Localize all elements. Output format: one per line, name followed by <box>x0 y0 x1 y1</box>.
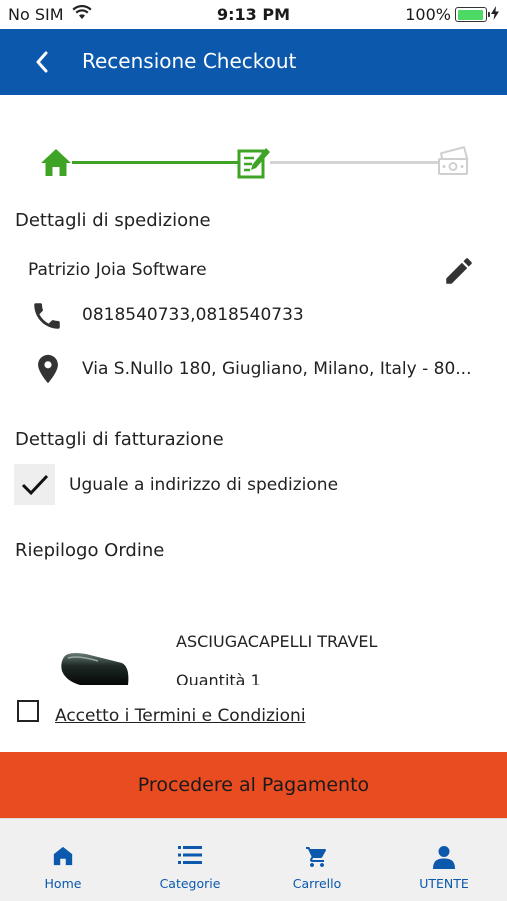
tab-categorie[interactable]: Categorie <box>127 819 253 901</box>
checkout-stepper <box>0 142 507 184</box>
product-image <box>58 645 132 685</box>
user-icon <box>433 846 455 869</box>
tab-home-label: Home <box>44 876 82 891</box>
order-summary-title: Riepilogo Ordine <box>15 540 165 561</box>
same-address-checkbox[interactable] <box>14 464 55 505</box>
status-right: 100% <box>405 5 499 24</box>
list-icon <box>178 846 202 864</box>
home-icon <box>53 846 73 866</box>
same-address-label: Uguale a indirizzo di spedizione <box>69 475 339 495</box>
checkmark-icon <box>21 474 48 495</box>
tab-carrello[interactable]: Carrello <box>254 819 380 901</box>
payment-icon <box>436 146 470 182</box>
battery-percent: 100% <box>405 5 451 24</box>
bottom-tab-bar: Home Categorie Carrello UTENTE <box>0 818 507 901</box>
product-name: ASCIUGACAPELLI TRAVEL <box>176 632 378 651</box>
tab-utente[interactable]: UTENTE <box>381 819 507 901</box>
step-progress-pending <box>270 161 438 164</box>
product-quantity-wrap: Quantità 1 <box>176 668 376 685</box>
terms-checkbox[interactable] <box>17 700 39 722</box>
tab-utente-label: UTENTE <box>419 876 469 891</box>
page-title: Recensione Checkout <box>82 49 297 73</box>
status-bar: No SIM 9:13 PM 100% <box>0 0 507 29</box>
step-progress-done <box>72 161 240 164</box>
tab-home[interactable]: Home <box>0 819 126 901</box>
terms-link[interactable]: Accetto i Termini e Condizioni <box>55 706 306 726</box>
chevron-left-icon <box>36 51 48 73</box>
tab-carrello-label: Carrello <box>292 876 342 891</box>
location-pin-icon <box>31 351 65 391</box>
shipping-address: Via S.Nullo 180, Giugliano, Milano, Ital… <box>82 359 472 379</box>
shipping-phone: 0818540733,0818540733 <box>82 305 304 325</box>
review-edit-icon <box>236 146 272 184</box>
shipping-name: Patrizio Joia Software <box>28 260 207 280</box>
battery-icon <box>455 7 490 22</box>
tab-categorie-label: Categorie <box>159 876 221 891</box>
phone-icon <box>30 299 64 337</box>
charging-icon <box>491 5 499 24</box>
cart-icon <box>306 847 327 867</box>
back-button[interactable] <box>24 41 60 83</box>
home-icon <box>40 146 72 182</box>
billing-section-title: Dettagli di fatturazione <box>15 429 224 450</box>
shipping-section-title: Dettagli di spedizione <box>15 210 211 231</box>
product-quantity: Quantità 1 <box>176 671 261 685</box>
proceed-to-payment-button[interactable]: Procedere al Pagamento <box>0 752 507 818</box>
app-header: Recensione Checkout <box>0 29 507 95</box>
pencil-icon <box>446 258 472 284</box>
edit-shipping-button[interactable] <box>442 254 476 292</box>
